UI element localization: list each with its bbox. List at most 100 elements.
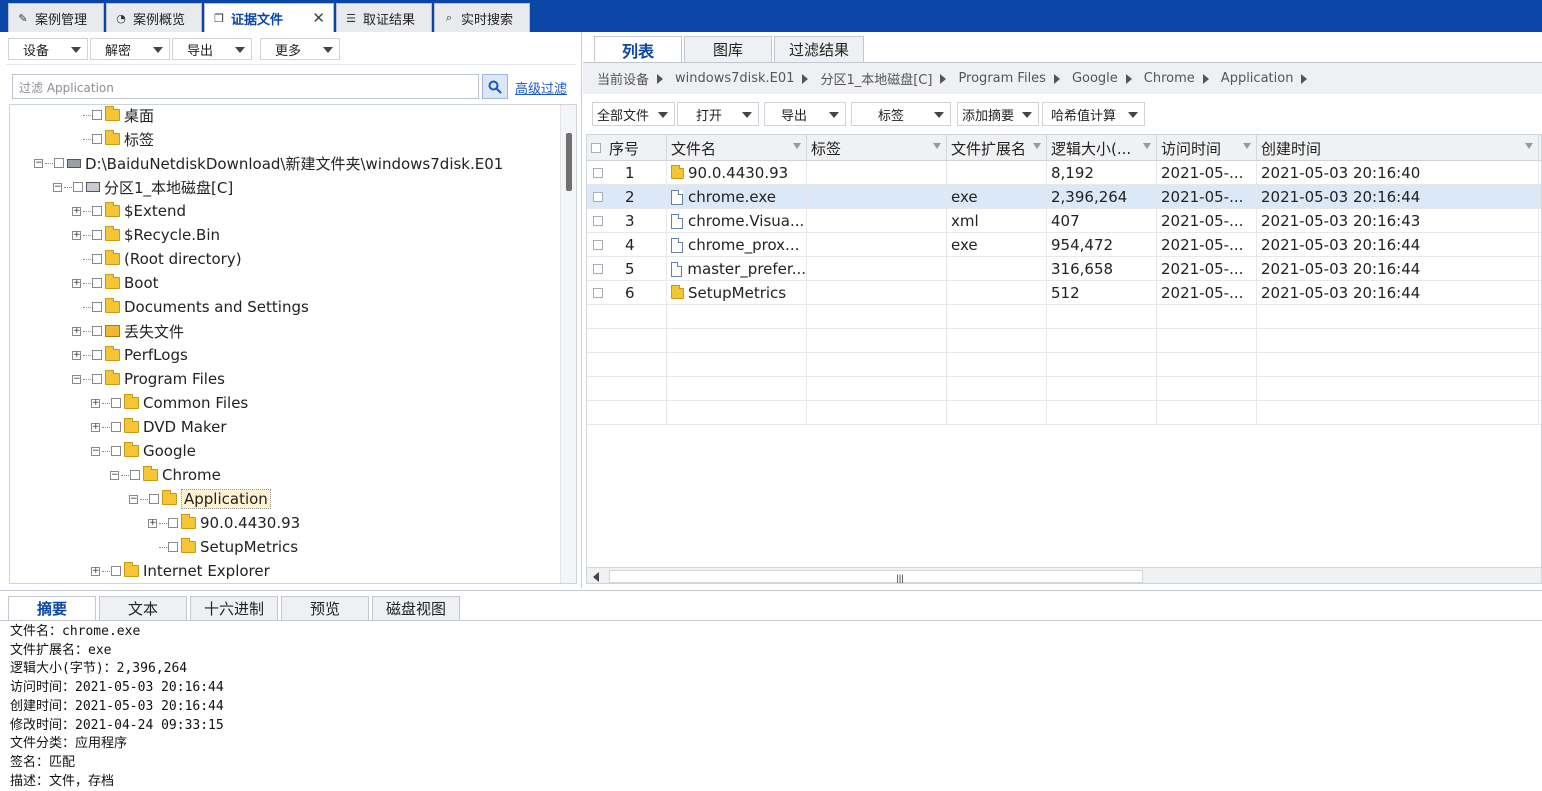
tree-checkbox[interactable] bbox=[149, 494, 159, 504]
tree-checkbox[interactable] bbox=[168, 542, 178, 552]
tree-node[interactable]: − D:\BaiduNetdiskDownload\新建文件夹\windows7d… bbox=[34, 151, 503, 175]
more-dropdown-button[interactable]: 更多 bbox=[260, 38, 340, 60]
scrollbar-thumb[interactable]: ||| bbox=[609, 570, 1143, 583]
tag-dropdown-button[interactable]: 标签 bbox=[851, 102, 951, 126]
row-checkbox[interactable] bbox=[593, 192, 603, 202]
tree-checkbox[interactable] bbox=[111, 446, 121, 456]
collapse-icon[interactable]: − bbox=[91, 446, 100, 456]
tab-forensic-results[interactable]: ☰ 取证结果 bbox=[336, 3, 432, 32]
expand-icon[interactable]: + bbox=[72, 350, 81, 360]
expand-icon[interactable]: + bbox=[72, 230, 81, 240]
tree-checkbox[interactable] bbox=[92, 230, 102, 240]
row-checkbox[interactable] bbox=[593, 288, 603, 298]
tab-gallery[interactable]: 图库 bbox=[684, 36, 772, 62]
open-dropdown-button[interactable]: 打开 bbox=[677, 102, 759, 126]
tree-node[interactable]: 标签 bbox=[72, 127, 154, 151]
tab-summary[interactable]: 摘要 bbox=[8, 596, 96, 620]
tree-node[interactable]: − Google bbox=[91, 439, 196, 463]
tree-node[interactable]: − Chrome bbox=[110, 463, 221, 487]
tab-evidence-files[interactable]: ❐ 证据文件 ✕ bbox=[204, 3, 334, 32]
decrypt-dropdown-button[interactable]: 解密 bbox=[90, 38, 170, 60]
tree-checkbox[interactable] bbox=[130, 470, 140, 480]
breadcrumb-item[interactable]: 分区1_本地磁盘[C] bbox=[820, 69, 932, 88]
collapse-icon[interactable]: − bbox=[53, 182, 62, 192]
collapse-icon[interactable]: − bbox=[129, 494, 138, 504]
tree-checkbox[interactable] bbox=[92, 350, 102, 360]
tab-list[interactable]: 列表 bbox=[594, 36, 682, 62]
tree-checkbox[interactable] bbox=[92, 206, 102, 216]
header-tag[interactable]: 标签 bbox=[807, 135, 947, 161]
table-row[interactable]: 2 chrome.exe exe 2,396,264 2021-05-... 2021-0… bbox=[587, 185, 1541, 209]
expand-icon[interactable]: + bbox=[72, 206, 81, 216]
scroll-left-arrow-icon[interactable] bbox=[593, 572, 599, 582]
tree-node[interactable]: + PerfLogs bbox=[72, 343, 188, 367]
tab-disk-view[interactable]: 磁盘视图 bbox=[372, 596, 460, 620]
tree-checkbox[interactable] bbox=[111, 398, 121, 408]
tab-case-overview[interactable]: ◔ 案例概览 bbox=[106, 3, 202, 32]
tree-checkbox[interactable] bbox=[92, 302, 102, 312]
filter-search-button[interactable] bbox=[482, 74, 508, 99]
tree-checkbox[interactable] bbox=[92, 134, 102, 144]
breadcrumb-item[interactable]: 当前设备 bbox=[597, 69, 649, 88]
tree-vertical-scrollbar[interactable] bbox=[560, 105, 576, 583]
tab-filter-results[interactable]: 过滤结果 bbox=[774, 36, 864, 62]
tree-node[interactable]: SetupMetrics bbox=[148, 535, 298, 559]
scrollbar-thumb[interactable] bbox=[566, 133, 572, 191]
table-row[interactable]: 5 master_prefer... 316,658 2021-05-... 2021-… bbox=[587, 257, 1541, 281]
tree-node[interactable]: + Internet Explorer bbox=[91, 559, 270, 583]
breadcrumb-item[interactable]: windows7disk.E01 bbox=[675, 71, 794, 86]
select-all-checkbox[interactable] bbox=[591, 143, 601, 153]
device-dropdown-button[interactable]: 设备 bbox=[8, 38, 88, 60]
header-extension[interactable]: 文件扩展名 bbox=[947, 135, 1047, 161]
column-filter-icon[interactable] bbox=[793, 143, 801, 149]
column-filter-icon[interactable] bbox=[1143, 143, 1151, 149]
row-checkbox[interactable] bbox=[593, 168, 603, 178]
table-row[interactable]: 3 chrome.Visua... xml 407 2021-05-... 2021-05… bbox=[587, 209, 1541, 233]
row-checkbox[interactable] bbox=[593, 264, 603, 274]
tab-hex[interactable]: 十六进制 bbox=[190, 596, 278, 620]
tree-filter-input[interactable]: 过滤 Application bbox=[12, 74, 479, 99]
tree-node[interactable]: +90.0.4430.93 bbox=[148, 511, 300, 535]
collapse-icon[interactable]: − bbox=[34, 158, 43, 168]
tree-node[interactable]: 桌面 bbox=[72, 105, 154, 127]
tree-node[interactable]: + 丢失文件 bbox=[72, 319, 184, 343]
tab-live-search[interactable]: ⌕ 实时搜索 bbox=[434, 3, 530, 32]
tree-checkbox[interactable] bbox=[92, 254, 102, 264]
table-row[interactable]: 6 SetupMetrics 512 2021-05-... 2021-05-03 20… bbox=[587, 281, 1541, 305]
expand-icon[interactable]: + bbox=[91, 398, 100, 408]
breadcrumb-item[interactable]: Chrome bbox=[1144, 71, 1195, 86]
column-filter-icon[interactable] bbox=[1243, 143, 1251, 149]
header-created-time[interactable]: 创建时间 bbox=[1257, 135, 1539, 161]
tree-node[interactable]: − Program Files bbox=[72, 367, 225, 391]
table-row[interactable]: 4 chrome_prox... exe 954,472 2021-05-... 2021… bbox=[587, 233, 1541, 257]
close-icon[interactable]: ✕ bbox=[312, 9, 325, 27]
tree-node[interactable]: − Application bbox=[129, 487, 271, 511]
export-dropdown-button[interactable]: 导出 bbox=[172, 38, 252, 60]
expand-icon[interactable]: + bbox=[148, 518, 157, 528]
tree-checkbox[interactable] bbox=[92, 326, 102, 336]
tree-node[interactable]: + $Recycle.Bin bbox=[72, 223, 220, 247]
tree-node[interactable]: + $Extend bbox=[72, 199, 186, 223]
tree-node[interactable]: (Root directory) bbox=[72, 247, 242, 271]
tree-checkbox[interactable] bbox=[168, 518, 178, 528]
expand-icon[interactable]: + bbox=[72, 326, 81, 336]
header-filename[interactable]: 文件名 bbox=[667, 135, 807, 161]
tree-node[interactable]: + DVD Maker bbox=[91, 415, 227, 439]
tree-checkbox[interactable] bbox=[92, 110, 102, 120]
breadcrumb-item[interactable]: Program Files bbox=[958, 71, 1046, 86]
tree-node[interactable]: + Common Files bbox=[91, 391, 248, 415]
row-checkbox[interactable] bbox=[593, 240, 603, 250]
header-access-time[interactable]: 访问时间 bbox=[1157, 135, 1257, 161]
collapse-icon[interactable]: − bbox=[110, 470, 119, 480]
export-files-dropdown[interactable]: 导出 bbox=[764, 102, 846, 126]
add-summary-dropdown[interactable]: 添加摘要 bbox=[957, 102, 1039, 126]
expand-icon[interactable]: + bbox=[91, 566, 100, 576]
tree-checkbox[interactable] bbox=[92, 374, 102, 384]
table-horizontal-scrollbar[interactable]: ||| bbox=[587, 567, 1541, 583]
breadcrumb-item[interactable]: Application bbox=[1221, 71, 1294, 86]
column-filter-icon[interactable] bbox=[1033, 143, 1041, 149]
tree-checkbox[interactable] bbox=[92, 278, 102, 288]
table-row[interactable]: 1 90.0.4430.93 8,192 2021-05-... 2021-05-03 … bbox=[587, 161, 1541, 185]
tree-checkbox[interactable] bbox=[111, 566, 121, 576]
tree-checkbox[interactable] bbox=[73, 182, 83, 192]
